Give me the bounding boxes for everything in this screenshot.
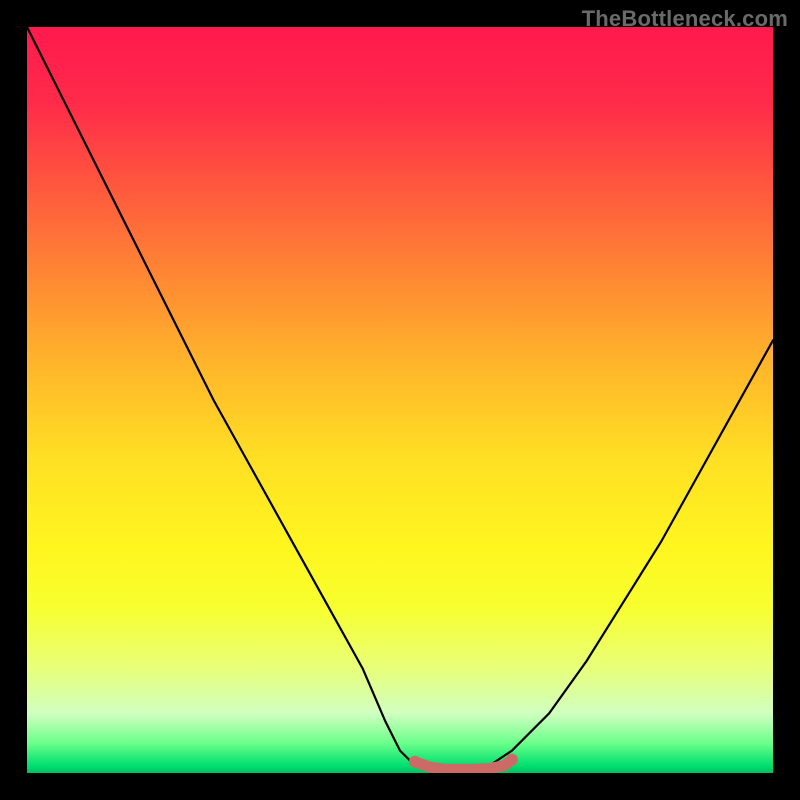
chart-svg <box>27 27 773 773</box>
optimal-zone-end-marker <box>506 754 518 766</box>
bottleneck-curve-line <box>27 27 773 773</box>
chart-frame: TheBottleneck.com <box>0 0 800 800</box>
optimal-zone-start-marker <box>409 756 421 768</box>
plot-area <box>27 27 773 773</box>
watermark-text: TheBottleneck.com <box>582 6 788 32</box>
